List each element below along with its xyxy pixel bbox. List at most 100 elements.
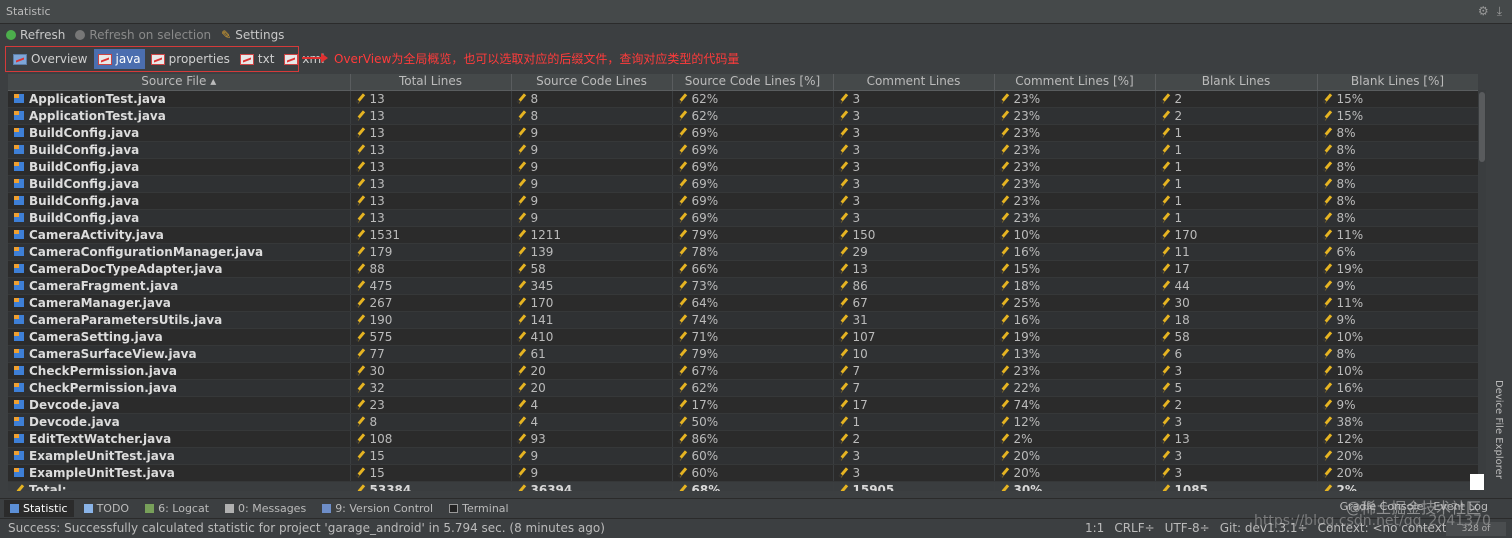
tool-window-title: Statistic xyxy=(6,5,51,18)
pencil-icon xyxy=(1160,111,1170,121)
column-header[interactable]: Blank Lines xyxy=(1155,74,1318,91)
cell-text: 3 xyxy=(852,91,861,106)
tab-java[interactable]: java xyxy=(93,49,145,69)
file-name-cell: BuildConfig.java xyxy=(8,124,351,142)
value-cell: 53384 xyxy=(350,481,512,491)
pencil-icon xyxy=(999,264,1009,274)
value-cell: 11 xyxy=(1155,243,1318,261)
pencil-icon xyxy=(516,128,526,138)
device-file-explorer-tab[interactable]: Device File Explorer xyxy=(1493,380,1509,492)
column-header[interactable]: Total Lines xyxy=(350,74,512,91)
pencil-icon xyxy=(516,196,526,206)
value-cell: 88 xyxy=(350,260,512,278)
table-row[interactable]: BuildConfig.java 13 9 69% 3 23% 1 8% xyxy=(8,158,1478,176)
tab-label: Overview xyxy=(31,52,88,66)
table-row[interactable]: CameraFragment.java 475 345 73% 86 18% 44 9% xyxy=(8,277,1478,295)
table-row[interactable]: BuildConfig.java 13 9 69% 3 23% 1 8% xyxy=(8,175,1478,193)
column-header[interactable]: Source Code Lines [%] xyxy=(672,74,834,91)
value-cell: 3 xyxy=(1155,447,1318,465)
caret-position[interactable]: 1:1 xyxy=(1085,521,1104,535)
table-row[interactable]: CameraActivity.java 1531 1211 79% 150 10% 170 1… xyxy=(8,226,1478,244)
value-cell: 3 xyxy=(833,107,995,125)
table-row[interactable]: CheckPermission.java 30 20 67% 7 23% 3 10% xyxy=(8,362,1478,380)
cell-text: 2 xyxy=(1174,397,1183,412)
table-row[interactable]: BuildConfig.java 13 9 69% 3 23% 1 8% xyxy=(8,192,1478,210)
hide-icon[interactable]: ⤓ xyxy=(1497,4,1502,19)
column-header[interactable]: Comment Lines xyxy=(833,74,995,91)
cell-text: 9 xyxy=(530,159,539,174)
bottom-tab-terminal[interactable]: Terminal xyxy=(443,500,515,517)
table-row[interactable]: ApplicationTest.java 13 8 62% 3 23% 2 15% xyxy=(8,90,1478,108)
cell-text: 11% xyxy=(1336,295,1364,310)
pencil-icon xyxy=(838,298,848,308)
java-file-icon xyxy=(14,416,24,426)
value-cell: 13 xyxy=(350,141,512,159)
table-row[interactable]: Devcode.java 8 4 50% 1 12% 3 38% xyxy=(8,413,1478,431)
refresh-button[interactable]: Refresh xyxy=(6,28,65,42)
table-row[interactable]: BuildConfig.java 13 9 69% 3 23% 1 8% xyxy=(8,141,1478,159)
table-row[interactable]: EditTextWatcher.java 108 93 86% 2 2% 13 12% xyxy=(8,430,1478,448)
cell-text: 13 xyxy=(369,91,385,106)
table-row[interactable]: ExampleUnitTest.java 15 9 60% 3 20% 3 20% xyxy=(8,464,1478,482)
cell-text: 30 xyxy=(1174,295,1190,310)
table-row[interactable]: CameraDocTypeAdapter.java 88 58 66% 13 15% 17 1… xyxy=(8,260,1478,278)
overview-icon xyxy=(13,53,27,65)
table-row[interactable]: CameraManager.java 267 170 64% 67 25% 30 11% xyxy=(8,294,1478,312)
pencil-icon xyxy=(838,247,848,257)
cell-text: 20 xyxy=(530,363,546,378)
bottom-tab-statistic[interactable]: Statistic xyxy=(4,499,74,517)
value-cell: 69% xyxy=(672,175,834,193)
bottom-tab-version-control[interactable]: 9: Version Control xyxy=(316,500,439,517)
cell-text: 78% xyxy=(691,244,719,259)
cell-text: 11 xyxy=(1174,244,1190,259)
column-header[interactable]: Source Code Lines xyxy=(511,74,673,91)
file-name-cell: BuildConfig.java xyxy=(8,175,351,193)
pencil-icon xyxy=(1322,230,1332,240)
cell-text: 11% xyxy=(1336,227,1364,242)
cell-text: 19% xyxy=(1336,261,1364,276)
table-row[interactable]: ExampleUnitTest.java 15 9 60% 3 20% 3 20% xyxy=(8,447,1478,465)
value-cell: 1 xyxy=(1155,192,1318,210)
bottom-tab-logcat[interactable]: 6: Logcat xyxy=(139,500,215,517)
pencil-icon xyxy=(677,332,687,342)
total-row[interactable]: Total: 53384 36394 68% 15905 30% 1085 2% xyxy=(8,481,1478,491)
column-header[interactable]: Source File ▴ xyxy=(8,74,351,91)
table-row[interactable]: ApplicationTest.java 13 8 62% 3 23% 2 15% xyxy=(8,107,1478,125)
cell-text: 1 xyxy=(1174,125,1183,140)
bottom-tab-todo[interactable]: TODO xyxy=(78,500,136,517)
line-separator[interactable]: CRLF÷ xyxy=(1114,521,1154,535)
value-cell: 8% xyxy=(1317,158,1478,176)
bottom-tab-messages[interactable]: 0: Messages xyxy=(219,500,312,517)
tab-properties[interactable]: properties xyxy=(147,49,234,69)
cell-text: 9% xyxy=(1336,278,1356,293)
table-row[interactable]: BuildConfig.java 13 9 69% 3 23% 1 8% xyxy=(8,124,1478,142)
table-row[interactable]: CameraSetting.java 575 410 71% 107 19% 58 10% xyxy=(8,328,1478,346)
table-row[interactable]: CameraSurfaceView.java 77 61 79% 10 13% 6 8% xyxy=(8,345,1478,363)
settings-button[interactable]: ✎ Settings xyxy=(221,28,284,42)
table-row[interactable]: CheckPermission.java 32 20 62% 7 22% 5 16% xyxy=(8,379,1478,397)
cell-text: CameraConfigurationManager.java xyxy=(29,244,264,259)
cell-text: CameraDocTypeAdapter.java xyxy=(29,261,223,276)
column-header[interactable]: Blank Lines [%] xyxy=(1317,74,1478,91)
table-row[interactable]: CameraParametersUtils.java 190 141 74% 31 16%… xyxy=(8,311,1478,329)
cell-text: 50% xyxy=(691,414,719,429)
vertical-scrollbar[interactable] xyxy=(1478,90,1486,488)
pencil-icon xyxy=(355,468,365,478)
refresh-on-selection-button[interactable]: Refresh on selection xyxy=(75,28,211,42)
column-header[interactable]: Comment Lines [%] xyxy=(994,74,1156,91)
table-row[interactable]: BuildConfig.java 13 9 69% 3 23% 1 8% xyxy=(8,209,1478,227)
pencil-icon xyxy=(1322,332,1332,342)
tab-txt[interactable]: txt xyxy=(236,49,279,69)
value-cell: 475 xyxy=(350,277,512,295)
table-row[interactable]: CameraConfigurationManager.java 179 139 78%… xyxy=(8,243,1478,261)
pencil-icon xyxy=(838,264,848,274)
file-encoding[interactable]: UTF-8÷ xyxy=(1165,521,1210,535)
cell-text: 139 xyxy=(530,244,554,259)
table-row[interactable]: Devcode.java 23 4 17% 17 74% 2 9% xyxy=(8,396,1478,414)
cell-text: 8% xyxy=(1336,142,1356,157)
tab-overview[interactable]: Overview xyxy=(9,49,92,69)
gear-icon[interactable]: ⚙ xyxy=(1478,4,1489,19)
pencil-icon xyxy=(355,400,365,410)
scroll-thumb[interactable] xyxy=(1479,92,1485,162)
value-cell: 74% xyxy=(994,396,1156,414)
